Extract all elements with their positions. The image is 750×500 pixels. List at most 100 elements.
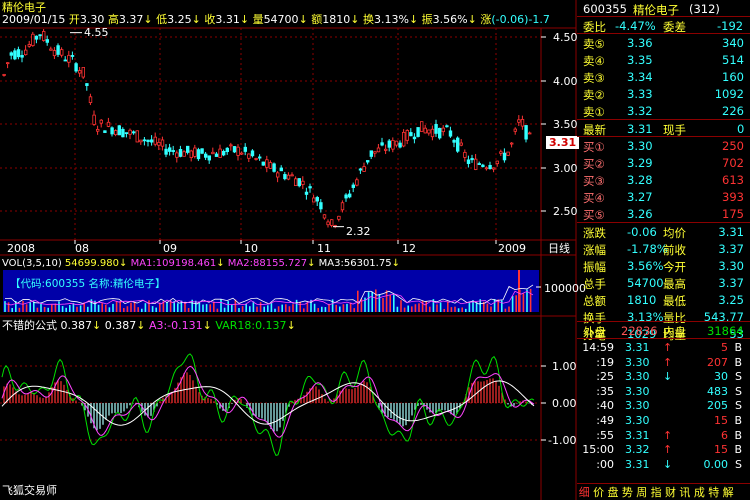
tick-time: :19 xyxy=(596,355,614,369)
candle xyxy=(391,140,395,150)
asks-volume: 1092 xyxy=(714,87,744,101)
asks-label: 卖④ xyxy=(583,54,605,68)
tick-price: 3.31 xyxy=(625,341,650,354)
panel-tab[interactable]: 势 xyxy=(620,484,634,500)
diff-value: -192 xyxy=(717,19,744,33)
panel-tab[interactable]: 细 xyxy=(577,484,591,500)
amp-label: 振 xyxy=(421,13,433,26)
outer-value: 22836 xyxy=(621,324,658,338)
up-arrow-icon: ↑ xyxy=(663,428,673,442)
candle xyxy=(401,131,406,147)
candle xyxy=(283,174,287,180)
stat-row: 总手 54700 最高 3.37 xyxy=(577,274,750,291)
bids-row[interactable]: 买④ 3.27 393 xyxy=(577,188,750,205)
candle xyxy=(509,142,514,145)
tick-side: B xyxy=(734,355,742,369)
ind-y-tick: 1.00 xyxy=(552,360,577,373)
candle xyxy=(499,151,503,154)
candle xyxy=(78,70,82,74)
candle xyxy=(286,174,291,180)
tick-time: 15:00 xyxy=(582,443,614,457)
tick-price: 3.31 xyxy=(625,428,650,442)
stat-value: 54700 xyxy=(627,276,664,290)
candle xyxy=(383,148,388,151)
ind-y-tick: -1.00 xyxy=(548,434,577,447)
candle xyxy=(495,160,499,165)
bids-row[interactable]: 买② 3.29 702 xyxy=(577,154,750,171)
vol-indicator-name: VOL(3,5,10) xyxy=(2,258,62,269)
panel-tab[interactable]: 解 xyxy=(721,484,735,500)
stat-label: 涨跌 xyxy=(583,226,606,240)
tick-time: :35 xyxy=(596,384,614,398)
panel-tab[interactable]: 讯 xyxy=(678,484,692,500)
up-arrow-icon: ↑ xyxy=(663,443,673,457)
candle xyxy=(373,151,377,154)
a3-line xyxy=(1,365,535,438)
down-arrow-icon: ↓ xyxy=(307,258,316,269)
candle xyxy=(27,44,31,47)
x-tick-label: 10 xyxy=(244,242,258,255)
panel-tab[interactable]: 盘 xyxy=(606,484,620,500)
candle xyxy=(42,31,46,41)
a3-value: -0.131 xyxy=(167,319,203,332)
candle xyxy=(506,151,510,156)
bids-row[interactable]: 买① 3.30 250 xyxy=(577,137,750,154)
up-arrow-icon: ↑ xyxy=(663,355,673,369)
candle xyxy=(229,144,233,147)
vol-label: 量 xyxy=(252,13,264,26)
amp-arrow-icon: ↓ xyxy=(467,13,477,26)
bids-row[interactable]: 买⑤ 3.26 175 xyxy=(577,205,750,222)
candle xyxy=(106,121,111,127)
candle xyxy=(171,150,175,152)
candle xyxy=(254,158,258,160)
candle xyxy=(427,129,431,134)
bids-row[interactable]: 买③ 3.28 613 xyxy=(577,171,750,188)
asks-row[interactable]: 卖④ 3.35 514 xyxy=(577,51,750,68)
tick-row: 14:59 3.31 ↑ 5 B xyxy=(577,340,750,355)
amt-label: 额 xyxy=(311,13,323,26)
candle xyxy=(257,156,262,159)
period-label[interactable]: 日线 xyxy=(548,242,570,255)
asks-row[interactable]: 卖⑤ 3.36 340 xyxy=(577,34,750,51)
indicator-v2: 0.387 xyxy=(104,319,137,332)
candle xyxy=(412,136,417,140)
candle xyxy=(160,139,165,147)
tick-price: 3.32 xyxy=(625,443,650,457)
candle xyxy=(9,52,13,56)
ratio-label: 委比 xyxy=(583,20,606,34)
candle xyxy=(74,63,78,72)
candle xyxy=(157,142,161,146)
asks-row[interactable]: 卖① 3.32 226 xyxy=(577,102,750,119)
panel-tab[interactable]: 指 xyxy=(649,484,663,500)
x-tick-label: 2009 xyxy=(498,242,526,255)
low-arrow-icon: ↓ xyxy=(191,13,201,26)
tick-volume: 5 xyxy=(721,341,728,354)
candle xyxy=(326,221,330,226)
cur-hand-value: 0 xyxy=(737,122,745,136)
candle xyxy=(502,152,507,161)
candle xyxy=(362,166,366,172)
a3-label: A3: xyxy=(148,319,168,332)
candle xyxy=(110,127,114,135)
asks-row[interactable]: 卖③ 3.34 160 xyxy=(577,68,750,85)
candle xyxy=(247,153,251,159)
panel-tab[interactable]: 特 xyxy=(707,484,721,500)
panel-tab[interactable]: 价 xyxy=(591,484,605,500)
candle xyxy=(200,148,204,154)
panel-tab[interactable]: 成 xyxy=(692,484,706,500)
stat-value: 3.56% xyxy=(627,259,664,273)
var18-label: VAR18: xyxy=(215,319,256,332)
candle xyxy=(347,193,352,198)
stat-label: 均价 xyxy=(663,226,686,240)
high-value: 3.37 xyxy=(118,13,144,26)
candle xyxy=(455,137,460,152)
candle xyxy=(153,136,157,145)
panel-tab[interactable]: 周 xyxy=(635,484,649,500)
candle xyxy=(203,153,208,158)
tick-time: 14:59 xyxy=(582,341,614,354)
panel-tab[interactable]: 财 xyxy=(663,484,677,500)
candle xyxy=(488,164,492,170)
candle xyxy=(45,39,49,43)
asks-row[interactable]: 卖② 3.33 1092 xyxy=(577,85,750,102)
down-arrow-icon: ↓ xyxy=(663,457,673,471)
